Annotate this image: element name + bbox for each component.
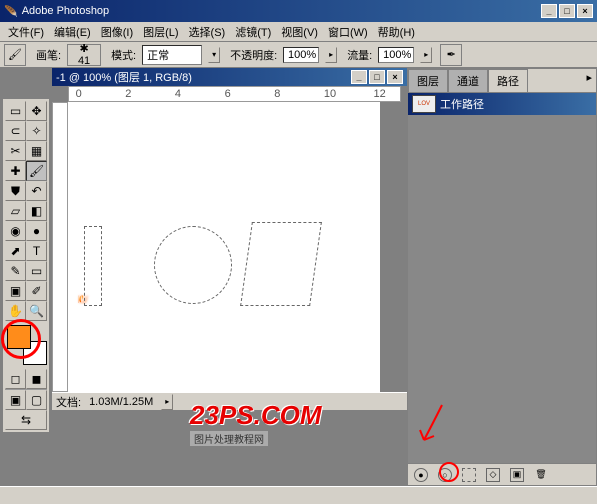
menu-file[interactable]: 文件(F) <box>4 22 48 42</box>
eyedropper-tool[interactable]: ✐ <box>26 281 47 301</box>
doc-restore-button[interactable]: □ <box>369 70 385 84</box>
blur-tool[interactable]: ◉ <box>5 221 26 241</box>
ruler-vertical <box>52 102 68 392</box>
mode-label: 模式: <box>111 47 136 63</box>
path-thumbnail: LOV <box>412 95 436 113</box>
title-bar: 🪶 Adobe Photoshop _ □ × <box>0 0 597 22</box>
dodge-tool[interactable]: ● <box>26 221 47 241</box>
crop-tool[interactable]: ✂ <box>5 141 26 161</box>
tab-paths[interactable]: 路径 <box>488 69 528 92</box>
foreground-color[interactable] <box>7 325 31 349</box>
app-icon: 🪶 <box>4 5 18 18</box>
status-menu-arrow[interactable]: ▸ <box>161 394 173 410</box>
menu-image[interactable]: 图像(I) <box>97 22 137 42</box>
workspace: ▭✥ ⊂✧ ✂▦ ✚🖌 ⛊↶ ▱◧ ◉● ⬈T ✎▭ ▣✐ ✋🔍 ◻◼ ▣▢ ⇆… <box>0 68 597 486</box>
canvas-artwork: LOV <box>78 212 83 327</box>
path-outline <box>240 222 322 306</box>
toolbox: ▭✥ ⊂✧ ✂▦ ✚🖌 ⛊↶ ▱◧ ◉● ⬈T ✎▭ ▣✐ ✋🔍 ◻◼ ▣▢ ⇆ <box>2 98 50 433</box>
mode-arrow-icon[interactable]: ▾ <box>208 47 220 63</box>
brush-preset-picker[interactable]: ✱41 <box>67 44 101 66</box>
flow-input[interactable]: 100% <box>378 47 414 63</box>
close-button[interactable]: × <box>577 4 593 18</box>
path-name: 工作路径 <box>440 96 484 112</box>
zoom-tool[interactable]: 🔍 <box>26 301 47 321</box>
paths-panel-body[interactable]: LOV 工作路径 <box>408 93 596 463</box>
menu-help[interactable]: 帮助(H) <box>374 22 419 42</box>
screen-full[interactable]: ▢ <box>26 390 47 410</box>
doc-size-label: 文档: <box>56 394 81 410</box>
brush-tool[interactable]: 🖌 <box>26 161 47 181</box>
heal-tool[interactable]: ✚ <box>5 161 26 181</box>
menu-filter[interactable]: 滤镜(T) <box>231 22 275 42</box>
move-tool[interactable]: ✥ <box>26 101 47 121</box>
blend-mode-select[interactable]: 正常 <box>142 45 202 65</box>
load-selection-icon[interactable] <box>462 468 476 482</box>
flow-label: 流量: <box>347 47 372 63</box>
hand-tool[interactable]: ✋ <box>5 301 26 321</box>
color-swatches[interactable] <box>7 325 47 365</box>
path-select-tool[interactable]: ⬈ <box>5 241 26 261</box>
path-outline <box>154 226 232 304</box>
make-workpath-icon[interactable]: ◇ <box>486 468 500 482</box>
current-tool-icon[interactable]: 🖌 <box>4 44 26 66</box>
history-brush-tool[interactable]: ↶ <box>26 181 47 201</box>
ruler-horizontal: 024681012 <box>68 86 401 102</box>
canvas[interactable]: LOV <box>68 102 380 392</box>
document-area: -1 @ 100% (图层 1, RGB/8) _ □ × 024681012 … <box>0 68 407 486</box>
stamp-tool[interactable]: ⛊ <box>5 181 26 201</box>
opacity-arrow-icon[interactable]: ▸ <box>325 47 337 63</box>
menu-edit[interactable]: 编辑(E) <box>50 22 95 42</box>
slice-tool[interactable]: ▦ <box>26 141 47 161</box>
document-title: -1 @ 100% (图层 1, RGB/8) <box>56 69 192 85</box>
wand-tool[interactable]: ✧ <box>26 121 47 141</box>
menu-window[interactable]: 窗口(W) <box>324 22 372 42</box>
menu-layer[interactable]: 图层(L) <box>139 22 182 42</box>
menu-bar: 文件(F) 编辑(E) 图像(I) 图层(L) 选择(S) 滤镜(T) 视图(V… <box>0 22 597 42</box>
airbrush-icon[interactable]: ✒ <box>440 44 462 66</box>
menu-view[interactable]: 视图(V) <box>277 22 322 42</box>
tab-layers[interactable]: 图层 <box>408 69 448 92</box>
flow-arrow-icon[interactable]: ▸ <box>420 47 432 63</box>
quickmask-off[interactable]: ◻ <box>5 369 26 389</box>
new-path-icon[interactable]: ▣ <box>510 468 524 482</box>
doc-minimize-button[interactable]: _ <box>351 70 367 84</box>
document-title-bar: -1 @ 100% (图层 1, RGB/8) _ □ × <box>52 68 407 86</box>
path-outline <box>84 226 102 306</box>
doc-close-button[interactable]: × <box>387 70 403 84</box>
brush-label: 画笔: <box>36 47 61 63</box>
path-item-work[interactable]: LOV 工作路径 <box>408 93 596 115</box>
panel-menu-icon[interactable]: ▸ <box>582 69 596 92</box>
notes-tool[interactable]: ▣ <box>5 281 26 301</box>
minimize-button[interactable]: _ <box>541 4 557 18</box>
type-tool[interactable]: T <box>26 241 47 261</box>
paths-panel-footer: ● ○ ◇ ▣ 🗑 <box>408 463 596 485</box>
menu-select[interactable]: 选择(S) <box>185 22 230 42</box>
tab-channels[interactable]: 通道 <box>448 69 488 92</box>
delete-path-icon[interactable]: 🗑 <box>534 468 548 482</box>
stroke-path-icon[interactable]: ○ <box>438 468 452 482</box>
opacity-label: 不透明度: <box>230 47 277 63</box>
shape-tool[interactable]: ▭ <box>26 261 47 281</box>
screen-standard[interactable]: ▣ <box>5 390 26 410</box>
marquee-tool[interactable]: ▭ <box>5 101 26 121</box>
opacity-input[interactable]: 100% <box>283 47 319 63</box>
quickmask-on[interactable]: ◼ <box>26 369 47 389</box>
options-bar: 🖌 画笔: ✱41 模式: 正常 ▾ 不透明度: 100% ▸ 流量: 100%… <box>0 42 597 68</box>
app-status-bar <box>0 486 597 504</box>
watermark: 23PS.COM 图片处理教程网 <box>190 400 322 446</box>
fill-path-icon[interactable]: ● <box>414 468 428 482</box>
gradient-tool[interactable]: ◧ <box>26 201 47 221</box>
jump-to-imageready[interactable]: ⇆ <box>5 410 47 430</box>
app-title: Adobe Photoshop <box>22 5 109 17</box>
lasso-tool[interactable]: ⊂ <box>5 121 26 141</box>
doc-size-value: 1.03M/1.25M <box>89 396 153 408</box>
restore-button[interactable]: □ <box>559 4 575 18</box>
pen-tool[interactable]: ✎ <box>5 261 26 281</box>
eraser-tool[interactable]: ▱ <box>5 201 26 221</box>
panels: 图层 通道 路径 ▸ LOV 工作路径 ● ○ ◇ ▣ 🗑 <box>407 68 597 486</box>
